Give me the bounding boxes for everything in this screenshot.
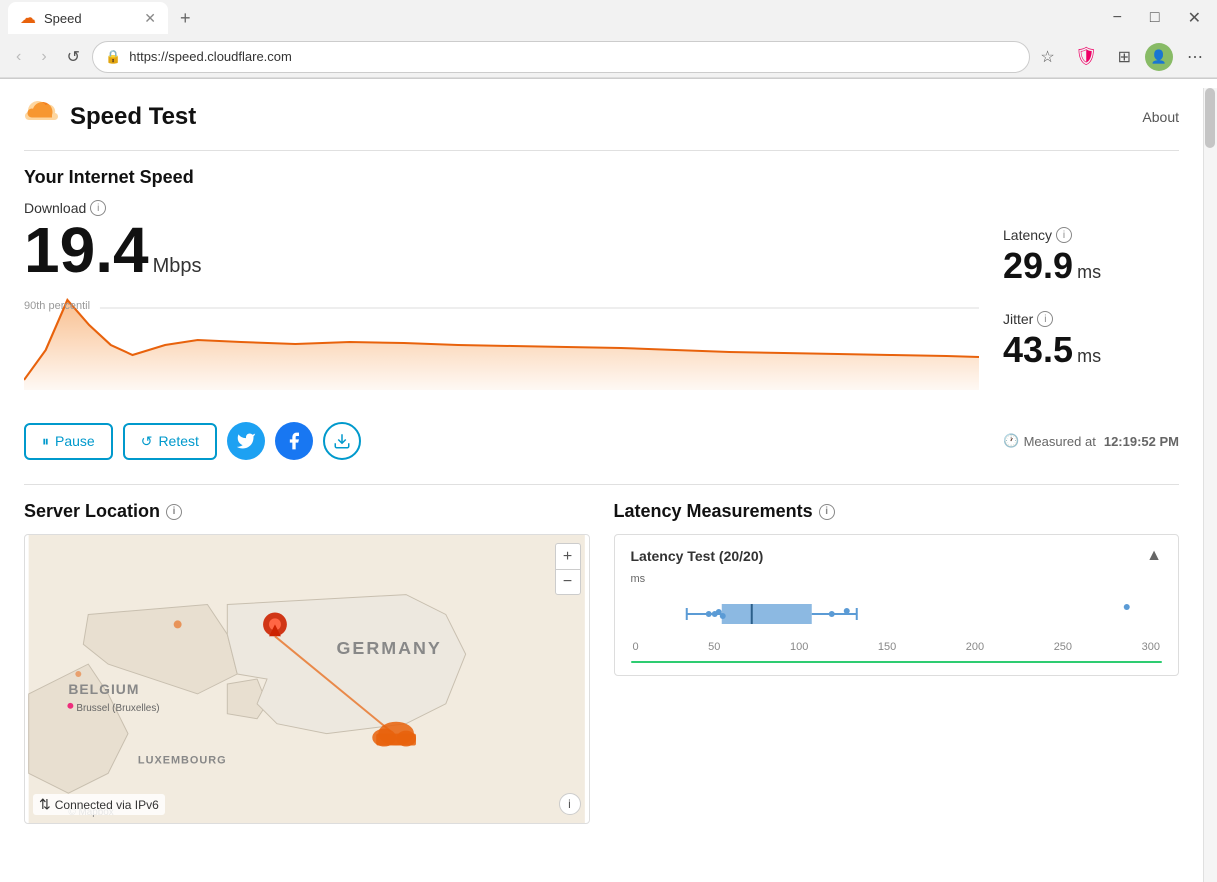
minimize-button[interactable]: −: [1105, 7, 1130, 29]
address-bar[interactable]: 🔒 https://speed.cloudflare.com: [92, 41, 1030, 73]
connected-label: ⇅ Connected via IPv6: [33, 794, 165, 815]
latency-axis-label: ms: [631, 573, 1163, 585]
scrollbar[interactable]: [1203, 88, 1217, 882]
speed-section: Your Internet Speed Download i 19.4 Mbps…: [24, 167, 1179, 398]
close-button[interactable]: ✕: [1180, 6, 1209, 30]
map-container[interactable]: GERMANY BELGIUM LUXEMBOURG Brussel (Brux…: [24, 534, 590, 824]
browser-tab[interactable]: ☁ Speed ✕: [8, 2, 168, 34]
jitter-value: 43.5 ms: [1003, 329, 1179, 371]
latency-measurements-info-icon[interactable]: i: [819, 504, 835, 520]
refresh-button[interactable]: ↺: [59, 41, 88, 73]
map-info-button[interactable]: i: [559, 793, 581, 815]
section-title: Your Internet Speed: [24, 167, 1179, 188]
latency-chart-title: Latency Test (20/20): [631, 548, 764, 564]
server-location-section: Server Location i: [24, 501, 590, 824]
clock-icon: 🕐: [1003, 433, 1019, 449]
back-button[interactable]: ‹: [8, 42, 29, 72]
download-unit: Mbps: [153, 256, 202, 276]
connected-icon: ⇅: [39, 796, 51, 813]
latency-chart-container: Latency Test (20/20) ▲ ms: [614, 534, 1180, 676]
chart-90th-label: 90th percentil: [24, 300, 90, 312]
server-location-info-icon[interactable]: i: [166, 504, 182, 520]
map-zoom-in-button[interactable]: +: [555, 543, 581, 569]
forward-button[interactable]: ›: [33, 42, 54, 72]
svg-text:GERMANY: GERMANY: [337, 638, 442, 658]
latency-measurements-section: Latency Measurements i Latency Test (20/…: [614, 501, 1180, 824]
twitter-share-button[interactable]: [227, 422, 265, 460]
axis-50: 50: [708, 641, 720, 653]
measured-at: 🕐 Measured at 12:19:52 PM: [1003, 433, 1179, 449]
action-buttons: ⏸ Pause ↺ Retest: [24, 422, 361, 460]
latency-chart-body: ms: [631, 573, 1163, 663]
lock-icon: 🔒: [105, 49, 121, 65]
latency-chart-header: Latency Test (20/20) ▲: [631, 547, 1163, 565]
latency-green-line: [631, 661, 1163, 663]
svg-text:BELGIUM: BELGIUM: [68, 681, 139, 697]
site-header: Speed Test About: [24, 95, 1179, 151]
bottom-sections: Server Location i: [24, 501, 1179, 824]
axis-300: 300: [1142, 641, 1160, 653]
latency-measurements-header: Latency Measurements i: [614, 501, 1180, 522]
url-display: https://speed.cloudflare.com: [129, 49, 1017, 64]
tab-icon: ☁: [20, 8, 36, 28]
scrollbar-thumb[interactable]: [1205, 88, 1215, 148]
tab-title: Speed: [44, 11, 82, 26]
site-title: Speed Test: [24, 95, 196, 138]
axis-150: 150: [878, 641, 896, 653]
maximize-button[interactable]: □: [1142, 7, 1168, 29]
right-metrics: Latency i 29.9 ms Jitter i 43.5: [979, 200, 1179, 398]
download-share-button[interactable]: [323, 422, 361, 460]
facebook-share-button[interactable]: [275, 422, 313, 460]
download-label: Download i: [24, 200, 979, 216]
divider: [24, 484, 1179, 485]
page-title: Speed Test: [70, 103, 196, 131]
jitter-section: Jitter i 43.5 ms: [1003, 311, 1179, 371]
tab-close-btn[interactable]: ✕: [144, 10, 156, 27]
favorites-icon[interactable]: ☆: [1034, 43, 1060, 71]
menu-button[interactable]: ⋯: [1181, 43, 1209, 71]
retest-button[interactable]: ↺ Retest: [123, 423, 217, 460]
svg-text:LUXEMBOURG: LUXEMBOURG: [138, 754, 227, 766]
download-chart: 90th percentil: [24, 290, 979, 390]
server-location-header: Server Location i: [24, 501, 590, 522]
actions-bar: ⏸ Pause ↺ Retest: [24, 414, 1179, 468]
latency-value: 29.9 ms: [1003, 245, 1179, 287]
collections-icon[interactable]: ⊞: [1112, 43, 1137, 71]
profile-icon[interactable]: 👤: [1145, 43, 1173, 71]
extensions-shield-icon[interactable]: 🛡: [1069, 42, 1104, 71]
about-link[interactable]: About: [1142, 109, 1179, 125]
axis-100: 100: [790, 641, 808, 653]
retest-icon: ↺: [141, 433, 153, 450]
download-section: Download i 19.4 Mbps 90th percentil: [24, 200, 979, 398]
cloudflare-logo: [24, 95, 60, 138]
axis-250: 250: [1054, 641, 1072, 653]
latency-section: Latency i 29.9 ms: [1003, 227, 1179, 287]
jitter-info-icon[interactable]: i: [1037, 311, 1053, 327]
map-zoom-out-button[interactable]: −: [555, 569, 581, 595]
pause-icon: ⏸: [42, 433, 49, 450]
map-zoom-controls[interactable]: + −: [555, 543, 581, 595]
latency-info-icon[interactable]: i: [1056, 227, 1072, 243]
download-value: 19.4 Mbps: [24, 218, 979, 282]
new-tab-button[interactable]: +: [172, 4, 199, 33]
axis-0: 0: [633, 641, 639, 653]
axis-200: 200: [966, 641, 984, 653]
latency-chart-collapse-button[interactable]: ▲: [1146, 547, 1162, 565]
pause-button[interactable]: ⏸ Pause: [24, 423, 113, 460]
svg-text:Brussel (Bruxelles): Brussel (Bruxelles): [76, 703, 159, 714]
